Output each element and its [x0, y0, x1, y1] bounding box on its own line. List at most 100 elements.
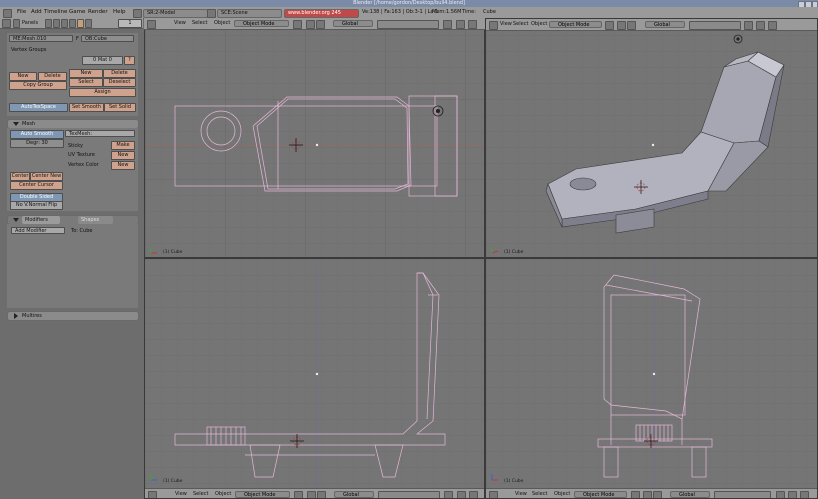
camera-icon[interactable]	[469, 491, 478, 498]
tab-shapes[interactable]: Shapes	[78, 216, 114, 224]
pivot-icon[interactable]	[306, 20, 315, 29]
draw-type-icon[interactable]	[293, 20, 302, 29]
render-preview-icon[interactable]	[457, 491, 466, 498]
buttons-window-header: Panels 1	[0, 18, 143, 29]
viewport-top-right-canvas	[486, 30, 817, 257]
multires-panel-header[interactable]: Multires	[7, 311, 139, 321]
vgroup-new-button[interactable]: New	[9, 72, 37, 81]
context-shading-icon[interactable]	[61, 19, 68, 28]
mode-select[interactable]: Object Mode	[235, 491, 290, 498]
no-v-normal-flip-toggle[interactable]: No V.Normal Flip	[10, 201, 63, 210]
lock-icon[interactable]	[776, 491, 785, 498]
menu-file[interactable]: File	[17, 7, 26, 18]
center-new-button[interactable]: Center New	[30, 172, 63, 181]
layer-buttons[interactable]	[714, 491, 771, 498]
material-new-button[interactable]: New	[69, 69, 103, 78]
orientation-select[interactable]: Global	[670, 491, 710, 498]
window-title-bar: Blender [/home/gordon/Desktop/bull4.blen…	[0, 0, 818, 8]
frame-field[interactable]: 1	[118, 19, 142, 28]
viewport-bottom-left[interactable]: (1) Cube View Select Object Object Mode …	[144, 258, 485, 499]
viewport-top-right[interactable]: View Select Object Object Mode Global (1…	[485, 18, 818, 258]
scene-browse-icon[interactable]	[207, 9, 216, 18]
menu-select[interactable]: Select	[192, 18, 207, 29]
context-editing-icon[interactable]	[77, 19, 84, 28]
screen-browse-icon[interactable]	[133, 9, 142, 18]
view3d-window-type-icon[interactable]	[489, 491, 498, 498]
material-delete-button[interactable]: Delete	[103, 69, 136, 78]
manipulator-icon[interactable]	[316, 20, 325, 29]
autotexspace-toggle[interactable]: AutoTexSpace	[9, 103, 68, 112]
material-select-button[interactable]: Select	[69, 78, 103, 87]
context-script-icon[interactable]	[53, 19, 60, 28]
menu-view[interactable]: View	[175, 489, 187, 498]
draw-type-icon[interactable]	[631, 491, 640, 498]
center-cursor-button[interactable]: Center Cursor	[10, 181, 63, 190]
menu-add[interactable]: Add	[31, 7, 42, 18]
material-deselect-button[interactable]: Deselect	[103, 78, 136, 87]
lock-icon[interactable]	[443, 20, 452, 29]
uv-texture-new-button[interactable]: New	[111, 151, 135, 160]
menu-select[interactable]: Select	[532, 489, 547, 498]
vgroup-delete-button[interactable]: Delete	[38, 72, 67, 81]
mode-select[interactable]: Object Mode	[574, 491, 627, 498]
context-object-icon[interactable]	[69, 19, 76, 28]
scene-stats: Ve:138 | Fa:163 | Ob:3-1 | La:1	[362, 9, 439, 15]
menu-game[interactable]: Game	[69, 7, 85, 18]
set-smooth-button[interactable]: Set Smooth	[69, 103, 104, 112]
expand-triangle-icon	[13, 122, 19, 126]
viewport-bottom-right[interactable]: (1) Cube View Select Object Object Mode …	[485, 258, 818, 499]
viewport-top-left[interactable]: (1) Cube	[144, 18, 485, 258]
context-scene-icon[interactable]	[85, 19, 92, 28]
set-solid-button[interactable]: Set Solid	[104, 103, 136, 112]
view3d-window-type-icon[interactable]	[147, 20, 156, 29]
manipulator-icon[interactable]	[317, 491, 326, 498]
material-assign-button[interactable]: Assign	[69, 88, 136, 97]
context-logic-icon[interactable]	[45, 19, 52, 28]
sticky-make-button[interactable]: Make	[111, 141, 135, 150]
object-datablock-field[interactable]: OB:Cube	[81, 35, 134, 42]
collapse-menu-icon[interactable]	[13, 19, 20, 28]
mode-select[interactable]: Object Mode	[234, 20, 289, 27]
add-modifier-button[interactable]: Add Modifier	[11, 227, 65, 234]
vertex-color-new-button[interactable]: New	[111, 161, 135, 170]
layer-buttons[interactable]	[378, 491, 440, 498]
texmesh-field[interactable]: TexMesh:	[65, 130, 135, 137]
menu-timeline[interactable]: Timeline	[44, 7, 67, 18]
menu-render[interactable]: Render	[88, 7, 108, 18]
auto-smooth-toggle[interactable]: Auto Smooth	[10, 130, 64, 139]
orientation-select[interactable]: Global	[333, 20, 373, 27]
material-query-button[interactable]: ?	[124, 56, 135, 65]
center-button[interactable]: Center	[10, 172, 30, 181]
pivot-icon[interactable]	[643, 491, 652, 498]
lock-icon[interactable]	[444, 491, 453, 498]
render-preview-icon[interactable]	[456, 20, 465, 29]
draw-type-icon[interactable]	[294, 491, 303, 498]
autosmooth-degree-field[interactable]: Degr: 30	[10, 139, 64, 148]
mesh-datablock-field[interactable]: ME:Mesh.010	[9, 35, 73, 42]
menu-object[interactable]: Object	[215, 489, 231, 498]
menu-help[interactable]: Help	[113, 7, 126, 18]
menu-object[interactable]: Object	[214, 18, 230, 29]
vertex-groups-label: Vertex Groups	[11, 47, 47, 53]
material-index-field[interactable]: 0 Mat 0	[82, 56, 123, 65]
layer-buttons[interactable]	[377, 20, 439, 29]
view3d-window-type-icon[interactable]	[148, 491, 157, 498]
menu-object[interactable]: Object	[554, 489, 570, 498]
menu-view[interactable]: View	[174, 18, 186, 29]
viewport-object-label: (1) Cube	[163, 250, 183, 255]
camera-icon[interactable]	[800, 491, 809, 498]
render-preview-icon[interactable]	[788, 491, 797, 498]
menu-select[interactable]: Select	[193, 489, 208, 498]
info-window-type-icon[interactable]	[3, 9, 12, 18]
pivot-icon[interactable]	[307, 491, 316, 498]
menu-view[interactable]: View	[515, 489, 527, 498]
camera-icon[interactable]	[468, 20, 477, 29]
manipulator-icon[interactable]	[653, 491, 662, 498]
blender-url-link[interactable]: www.blender.org 245	[284, 9, 359, 18]
copy-group-button[interactable]: Copy Group	[9, 81, 67, 90]
tab-modifiers[interactable]: Modifiers	[22, 216, 60, 224]
buttons-window-type-icon[interactable]	[2, 19, 11, 28]
screen-field[interactable]: SR:2-Model	[143, 9, 208, 18]
scene-field[interactable]: SCE:Scene	[217, 9, 282, 18]
orientation-select[interactable]: Global	[334, 491, 374, 498]
